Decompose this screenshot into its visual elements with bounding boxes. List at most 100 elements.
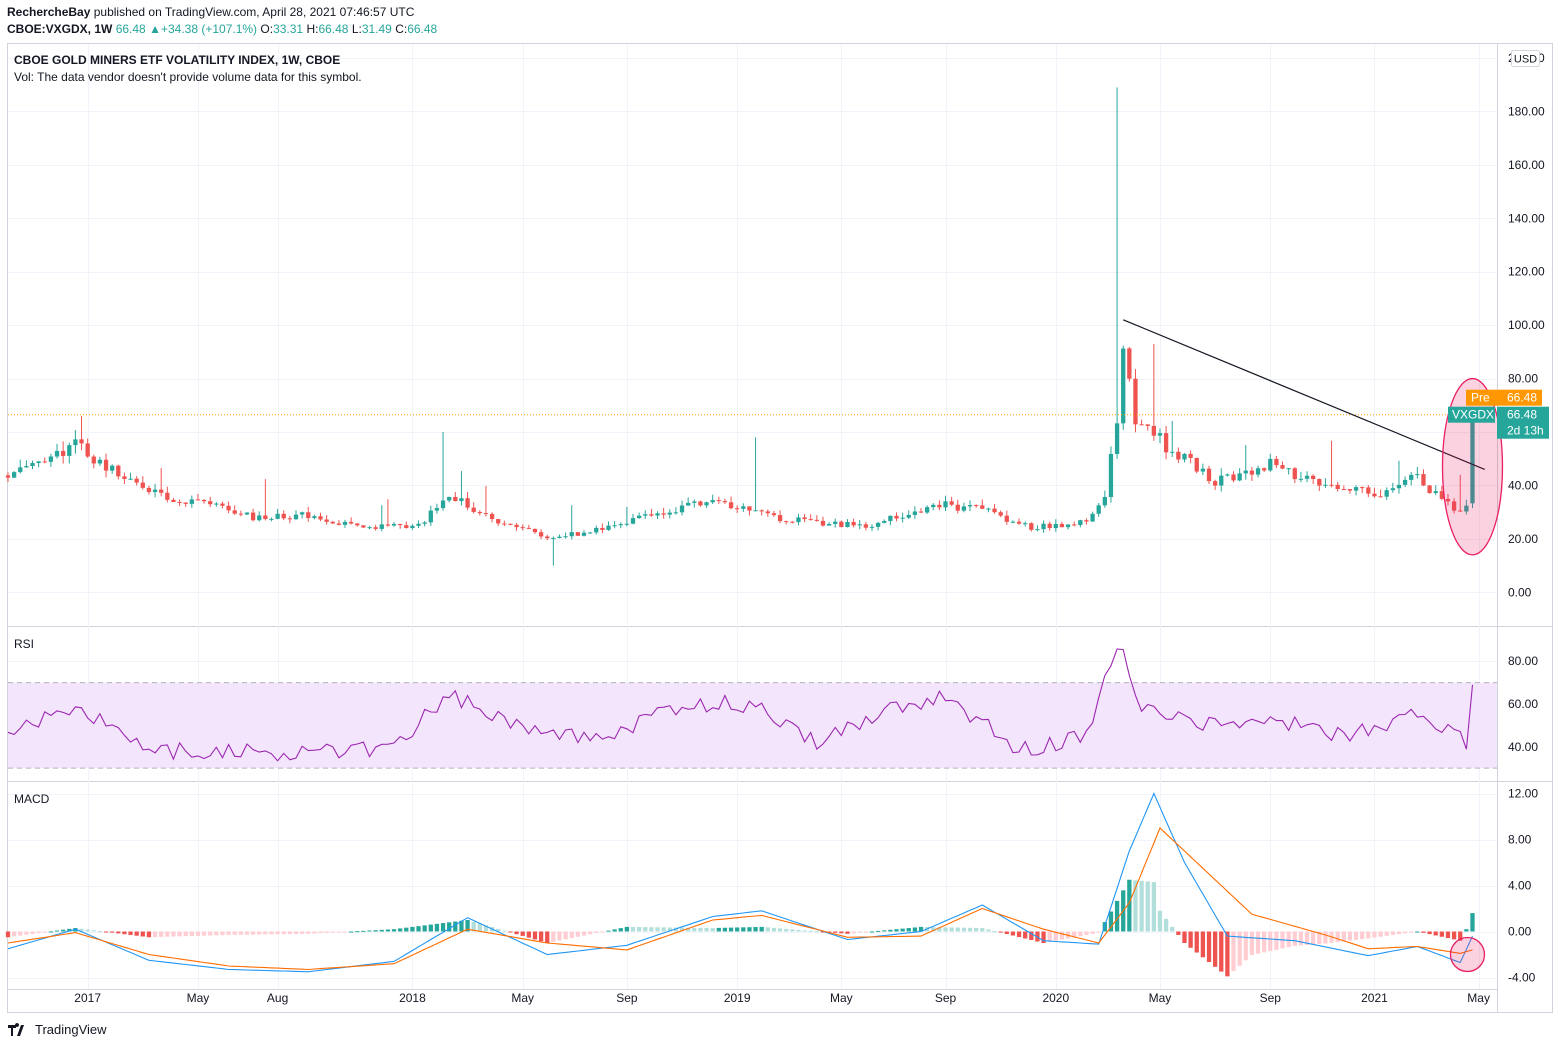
macd-histogram-bar [140, 931, 145, 937]
candle [980, 499, 985, 510]
candle [91, 454, 96, 469]
candle [741, 503, 746, 512]
macd-histogram-bar [146, 931, 152, 938]
candle-body [514, 524, 519, 528]
macd-histogram-bar [771, 927, 777, 932]
candle-body [777, 515, 783, 522]
candle-body [146, 487, 152, 493]
candle [771, 510, 777, 518]
footer-brand[interactable]: TradingView [8, 1022, 107, 1037]
candle-body [851, 521, 856, 526]
candle [526, 524, 531, 530]
candle [826, 522, 832, 526]
candle [1065, 524, 1071, 530]
candle [1090, 511, 1095, 522]
macd-histogram-bar [1409, 931, 1414, 933]
candle [569, 505, 574, 540]
candle [85, 438, 90, 458]
candle-body [1157, 433, 1163, 436]
candle-body [826, 523, 832, 526]
macd-histogram-bar [1384, 931, 1389, 936]
macd-histogram-bar [324, 931, 329, 933]
macd-histogram-bar [330, 931, 335, 933]
macd-histogram-bar [434, 923, 440, 932]
candle [330, 520, 335, 524]
candle [1409, 471, 1414, 486]
candle [594, 525, 599, 535]
symbol-name[interactable]: CBOE:VXGDX, 1W [7, 22, 112, 36]
price-change: +34.38 (+107.1%) [160, 22, 258, 36]
candle-body [1335, 484, 1340, 490]
macd-histogram-bar [1292, 931, 1297, 946]
candle-body [1433, 491, 1438, 494]
macd-histogram-bar [1163, 918, 1169, 932]
candle [465, 491, 470, 511]
candle [73, 430, 78, 454]
candle-body [1427, 485, 1432, 494]
candle-body [281, 513, 286, 519]
candle [1016, 518, 1022, 525]
macd-histogram-bar [177, 931, 182, 937]
candle-body [1311, 475, 1316, 480]
macd-histogram-bar [1004, 931, 1009, 935]
candle-body [612, 525, 617, 527]
candle [1035, 525, 1040, 532]
candle-body [489, 513, 495, 520]
macd-histogram-bar [244, 931, 250, 935]
candle [61, 441, 66, 464]
macd-axis-label: 4.00 [1508, 879, 1532, 893]
candle-body [1353, 487, 1359, 491]
candle [459, 471, 464, 506]
macd-histogram-bar [784, 928, 789, 932]
candle-body [91, 456, 96, 464]
candle [1133, 369, 1138, 433]
macd-histogram-bar [802, 930, 807, 932]
macd-histogram-bar [1402, 931, 1408, 934]
macd-histogram-bar [263, 931, 268, 935]
candle-body [833, 521, 838, 524]
candle-body [575, 532, 581, 536]
macd-histogram-bar [1170, 926, 1175, 932]
candle-body [790, 521, 795, 523]
candle-body [306, 512, 311, 518]
open-label: O: [260, 22, 274, 36]
rsi-axis-label: 80.00 [1508, 654, 1538, 668]
candle [704, 501, 709, 508]
macd-histogram-bar [661, 927, 666, 932]
candle-body [918, 511, 924, 513]
macd-histogram-bar [551, 931, 556, 942]
candle [214, 502, 219, 507]
candle [1108, 446, 1114, 503]
candle-body [1059, 523, 1065, 528]
macd-histogram-bar [1084, 931, 1089, 935]
candle-body [1341, 489, 1346, 491]
candle-body [355, 523, 360, 526]
candle [1139, 419, 1144, 426]
candle-body [526, 527, 531, 529]
candle-body [1402, 479, 1408, 485]
macd-histogram-bar [1096, 931, 1101, 933]
candle [833, 518, 838, 528]
candle [348, 517, 354, 525]
candle-body [459, 498, 464, 502]
candle [777, 510, 783, 524]
macd-histogram-bar [410, 926, 415, 932]
candle-body [1249, 470, 1255, 475]
currency-badge[interactable]: USD [1511, 50, 1540, 67]
candle-body [1206, 468, 1212, 482]
macd-histogram-bar [1176, 931, 1181, 935]
chart-canvas[interactable]: 200.00180.00160.00140.00120.00100.0080.0… [0, 0, 1560, 1049]
candle [1176, 447, 1181, 463]
candle-body [410, 525, 415, 528]
candle [722, 498, 728, 504]
candle [735, 505, 740, 514]
candle [453, 492, 458, 502]
publisher-user[interactable]: RechercheBay [7, 5, 90, 19]
downtrend-line [1122, 319, 1485, 470]
candle [1047, 521, 1052, 531]
candle [244, 512, 250, 516]
candle [1243, 445, 1248, 480]
candle [48, 453, 54, 467]
macd-histogram-bar [1347, 931, 1353, 941]
candle [667, 509, 672, 519]
